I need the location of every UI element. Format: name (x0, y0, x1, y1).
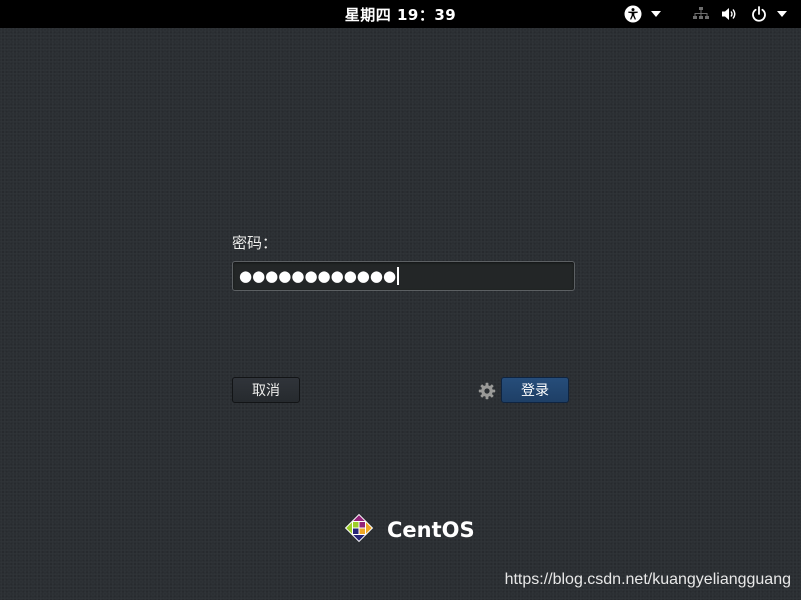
accessibility-menu[interactable] (624, 5, 661, 23)
accessibility-icon (624, 5, 642, 23)
text-caret (397, 267, 400, 285)
centos-wordmark: CentOS (387, 518, 475, 542)
centos-logo: CentOS (337, 506, 475, 554)
power-icon (751, 6, 767, 22)
password-masked-value: ●●●●●●●●●●●● (239, 267, 397, 285)
password-label: 密码： (232, 234, 278, 252)
chevron-down-icon (651, 11, 661, 17)
speaker-icon (721, 6, 737, 22)
cancel-button[interactable]: 取消 (232, 377, 300, 403)
password-field[interactable]: ●●●●●●●●●●●● (232, 261, 575, 291)
chevron-down-icon (777, 11, 787, 17)
centos-logo-icon (337, 506, 381, 554)
network-wired-icon (692, 6, 710, 22)
watermark-url: https://blog.csdn.net/kuangyeliangguang (504, 571, 791, 588)
clock[interactable]: 星期四 19：39 (0, 4, 801, 25)
login-button[interactable]: 登录 (501, 377, 569, 403)
top-bar: 星期四 19：39 (0, 0, 801, 28)
system-menu[interactable] (692, 5, 787, 23)
gear-icon[interactable] (478, 382, 496, 400)
